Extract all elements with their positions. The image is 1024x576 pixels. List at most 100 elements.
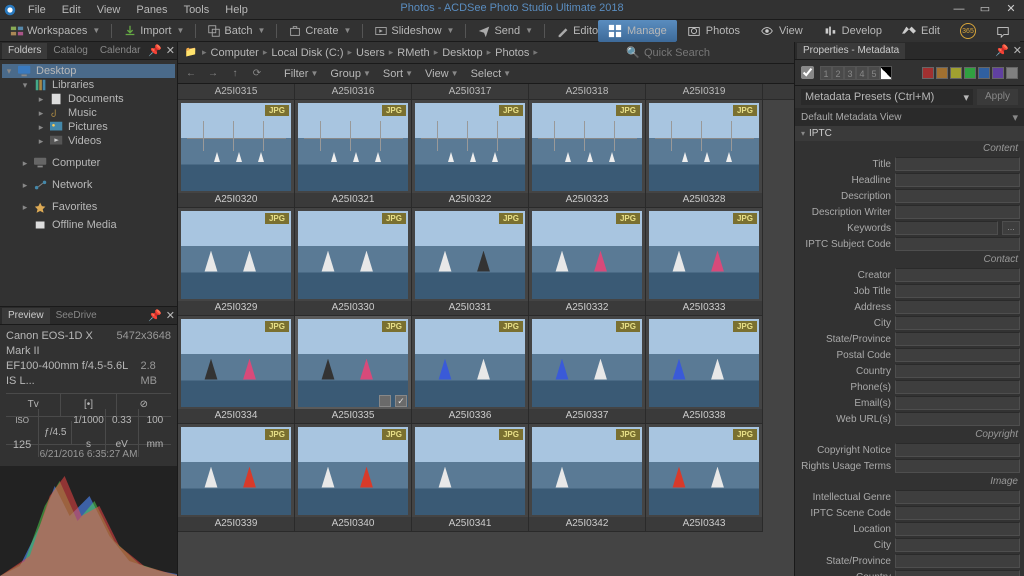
rating-buttons[interactable]: 12345	[820, 66, 892, 80]
menu-view[interactable]: View	[89, 0, 129, 20]
thumbnail-cell[interactable]: JPGA25I0343	[646, 424, 763, 532]
close-panel-icon[interactable]: ✕	[166, 44, 175, 57]
breadcrumb-segment[interactable]: Computer	[209, 47, 261, 59]
field-input[interactable]	[895, 316, 1020, 330]
minimize-button[interactable]: —	[946, 0, 972, 18]
field-input[interactable]	[895, 237, 1020, 251]
field-input[interactable]	[895, 459, 1020, 473]
tree-computer[interactable]: ▸Computer	[2, 156, 175, 170]
workspaces-button[interactable]: Workspaces▼	[4, 21, 106, 41]
tree-pictures[interactable]: ▸Pictures	[2, 120, 175, 134]
menu-tools[interactable]: Tools	[176, 0, 218, 20]
tree-libraries[interactable]: ▾Libraries	[2, 78, 175, 92]
mode-edit[interactable]: Edit	[892, 20, 950, 42]
breadcrumb-segment[interactable]: Desktop	[440, 47, 484, 59]
tree-videos[interactable]: ▸Videos	[2, 134, 175, 148]
nav-up-icon[interactable]: ↑	[226, 65, 244, 83]
mode-manage[interactable]: Manage	[598, 20, 677, 42]
tree-favorites[interactable]: ▸Favorites	[2, 200, 175, 214]
menu-edit[interactable]: Edit	[54, 0, 89, 20]
pin-icon[interactable]: 📌	[995, 44, 1009, 57]
field-input[interactable]	[895, 490, 1020, 504]
field-input[interactable]	[895, 205, 1020, 219]
menu-panes[interactable]: Panes	[128, 0, 175, 20]
thumbnail-cell[interactable]: JPGA25I0332	[529, 208, 646, 316]
create-button[interactable]: Create▼	[282, 21, 357, 41]
close-button[interactable]: ✕	[998, 0, 1024, 18]
field-input[interactable]	[895, 221, 998, 235]
view-dropdown[interactable]: View▼	[421, 68, 463, 80]
field-input[interactable]	[895, 396, 1020, 410]
field-input[interactable]	[895, 538, 1020, 552]
nav-refresh-icon[interactable]: ⟳	[248, 65, 266, 83]
close-panel-icon[interactable]: ✕	[166, 309, 175, 322]
tab-calendar[interactable]: Calendar	[94, 43, 147, 59]
mode-365[interactable]: 365	[950, 20, 986, 42]
tree-music[interactable]: ▸Music	[2, 106, 175, 120]
thumbnail-cell[interactable]: JPGA25I0321	[295, 100, 412, 208]
thumbnail-cell[interactable]: JPGA25I0322	[412, 100, 529, 208]
color-label-swatch[interactable]	[922, 67, 934, 79]
thumbnail-cell[interactable]: JPGA25I0339	[178, 424, 295, 532]
batch-button[interactable]: Batch▼	[201, 21, 271, 41]
color-label-swatch[interactable]	[950, 67, 962, 79]
tree-offline[interactable]: Offline Media	[2, 218, 175, 232]
thumbnail-cell[interactable]: JPGA25I0337	[529, 316, 646, 424]
thumbnail-cell[interactable]: JPGA25I0330	[295, 208, 412, 316]
tab-preview[interactable]: Preview	[2, 308, 50, 324]
thumbnail-cell[interactable]: JPGA25I0336	[412, 316, 529, 424]
field-input[interactable]	[895, 554, 1020, 568]
thumbnail-cell[interactable]: JPGA25I0328	[646, 100, 763, 208]
send-button[interactable]: Send▼	[471, 21, 539, 41]
breadcrumb-segment[interactable]: Local Disk (C:)	[269, 47, 345, 59]
color-label-swatch[interactable]	[1006, 67, 1018, 79]
thumbnail-cell[interactable]: JPGA25I0338	[646, 316, 763, 424]
properties-tab[interactable]: Properties - Metadata	[797, 43, 905, 59]
tree-desktop[interactable]: ▾Desktop	[2, 64, 175, 78]
filter-dropdown[interactable]: Filter▼	[280, 68, 322, 80]
close-panel-icon[interactable]: ✕	[1013, 44, 1022, 57]
folder-up-icon[interactable]: 📁	[182, 44, 200, 62]
field-input[interactable]	[895, 300, 1020, 314]
pin-icon[interactable]: 📌	[148, 309, 162, 322]
thumbnail-cell[interactable]: JPGA25I0333	[646, 208, 763, 316]
thumbnail-cell[interactable]: JPGA25I0334	[178, 316, 295, 424]
mode-message[interactable]	[986, 20, 1020, 42]
menu-help[interactable]: Help	[217, 0, 256, 20]
mode-view[interactable]: View	[750, 20, 813, 42]
field-input[interactable]	[895, 157, 1020, 171]
thumbnail-cell[interactable]: JPGA25I0329	[178, 208, 295, 316]
field-input[interactable]	[895, 284, 1020, 298]
tag-checkbox[interactable]	[801, 66, 814, 79]
tab-seedrive[interactable]: SeeDrive	[50, 308, 103, 324]
thumbnail-cell[interactable]: JPG✓A25I0335	[295, 316, 412, 424]
tree-documents[interactable]: ▸Documents	[2, 92, 175, 106]
mode-photos[interactable]: Photos	[677, 20, 750, 42]
apply-button[interactable]: Apply	[977, 89, 1018, 105]
breadcrumb-segment[interactable]: Photos	[493, 47, 531, 59]
sort-dropdown[interactable]: Sort▼	[379, 68, 417, 80]
field-input[interactable]	[895, 570, 1020, 576]
breadcrumb-segment[interactable]: Users	[354, 47, 387, 59]
thumbnail-cell[interactable]: JPGA25I0342	[529, 424, 646, 532]
color-labels[interactable]	[922, 67, 1018, 79]
thumbnail-grid[interactable]: A25I0315A25I0316A25I0317A25I0318A25I0319…	[178, 84, 794, 576]
field-input[interactable]	[895, 364, 1020, 378]
field-input[interactable]	[895, 522, 1020, 536]
tab-catalog[interactable]: Catalog	[47, 43, 93, 59]
field-input[interactable]	[895, 506, 1020, 520]
field-more-button[interactable]: …	[1002, 221, 1020, 235]
color-label-swatch[interactable]	[964, 67, 976, 79]
import-button[interactable]: Import▼	[117, 21, 190, 41]
field-input[interactable]	[895, 380, 1020, 394]
breadcrumb-segment[interactable]: RMeth	[395, 47, 431, 59]
thumbnail-cell[interactable]: JPGA25I0320	[178, 100, 295, 208]
metadata-preset-select[interactable]: Metadata Presets (Ctrl+M)▾	[801, 89, 973, 105]
maximize-button[interactable]: ▭	[972, 0, 998, 18]
menu-file[interactable]: File	[20, 0, 54, 20]
thumbnail-cell[interactable]: JPGA25I0323	[529, 100, 646, 208]
quick-search[interactable]: 🔍 Quick Search	[626, 46, 790, 59]
field-input[interactable]	[895, 268, 1020, 282]
thumbnail-cell[interactable]: JPGA25I0340	[295, 424, 412, 532]
field-input[interactable]	[895, 189, 1020, 203]
